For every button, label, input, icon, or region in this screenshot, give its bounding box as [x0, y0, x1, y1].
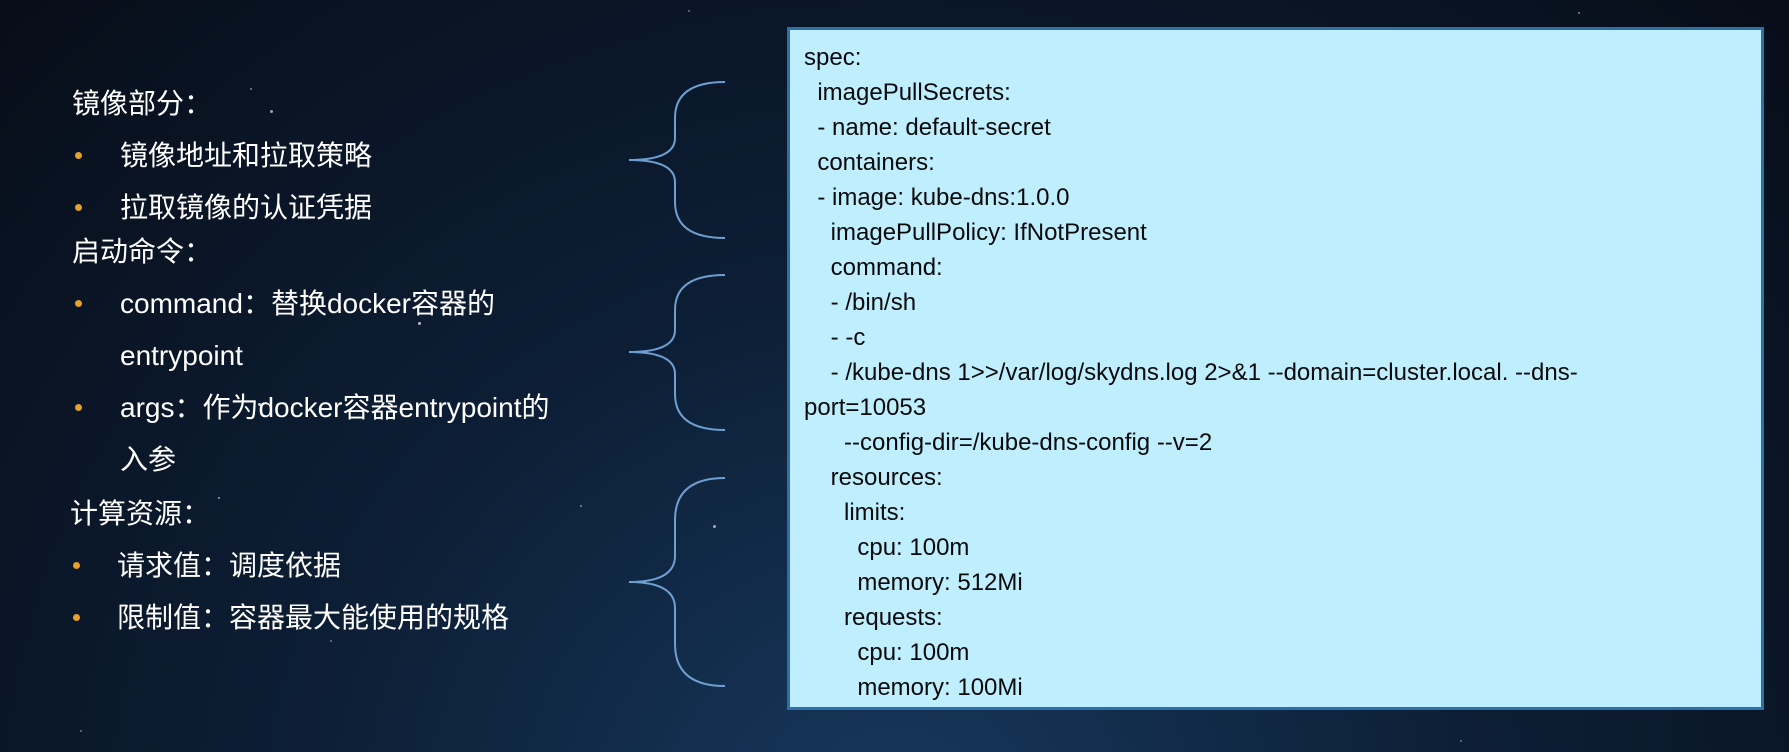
brace-compute-icon	[628, 477, 726, 687]
code-line: - name: default-secret	[804, 114, 1051, 141]
code-line: memory: 100Mi	[804, 674, 1023, 701]
code-line: cpu: 100m	[804, 534, 970, 561]
yaml-code-block: spec: imagePullSecrets: - name: default-…	[787, 27, 1764, 710]
code-line: memory: 512Mi	[804, 569, 1023, 596]
code-line: port=10053	[804, 394, 927, 421]
section-heading-command: 启动命令：	[72, 236, 213, 267]
code-line: command:	[804, 254, 943, 281]
section-heading-compute: 计算资源：	[70, 498, 211, 529]
code-line: limits:	[804, 499, 906, 526]
code-line: resources:	[804, 464, 943, 491]
code-line: cpu: 100m	[804, 639, 970, 666]
bullet-line: args：作为docker容器entrypoint的	[120, 392, 550, 423]
bullet-icon	[73, 614, 80, 621]
bullet-line: 镜像地址和拉取策略	[120, 140, 373, 171]
code-line: - /kube-dns 1>>/var/log/skydns.log 2>&1 …	[804, 359, 1578, 386]
star	[688, 10, 690, 12]
code-line: imagePullSecrets:	[804, 79, 1011, 106]
section-heading-image: 镜像部分：	[72, 88, 213, 119]
code-line: requests:	[804, 604, 943, 631]
bullet-line: command：替换docker容器的	[120, 288, 495, 319]
code-line: --config-dir=/kube-dns-config --v=2	[804, 429, 1213, 456]
bullet-icon	[75, 152, 82, 159]
brace-command-icon	[628, 274, 726, 431]
left-panel: 镜像部分： 镜像地址和拉取策略 拉取镜像的认证凭据 启动命令： command：…	[0, 0, 640, 752]
code-line: imagePullPolicy: IfNotPresent	[804, 219, 1147, 246]
bullet-icon	[75, 300, 82, 307]
code-line: - /bin/sh	[804, 289, 917, 316]
bullet-line: 请求值：调度依据	[117, 550, 342, 581]
bullet-icon	[73, 562, 80, 569]
code-line: - image: kube-dns:1.0.0	[804, 184, 1070, 211]
bullet-icon	[75, 204, 82, 211]
bullet-line-continued: entrypoint	[120, 340, 243, 371]
brace-image-icon	[628, 81, 726, 239]
code-line: - -c	[804, 324, 866, 351]
bullet-line-continued: 入参	[120, 444, 177, 475]
star	[1578, 12, 1580, 14]
star	[1460, 740, 1462, 742]
bullet-line: 限制值：容器最大能使用的规格	[117, 602, 510, 633]
bullet-line: 拉取镜像的认证凭据	[120, 192, 373, 223]
code-line: spec:	[804, 44, 862, 71]
bullet-icon	[75, 404, 82, 411]
code-line: containers:	[804, 149, 935, 176]
